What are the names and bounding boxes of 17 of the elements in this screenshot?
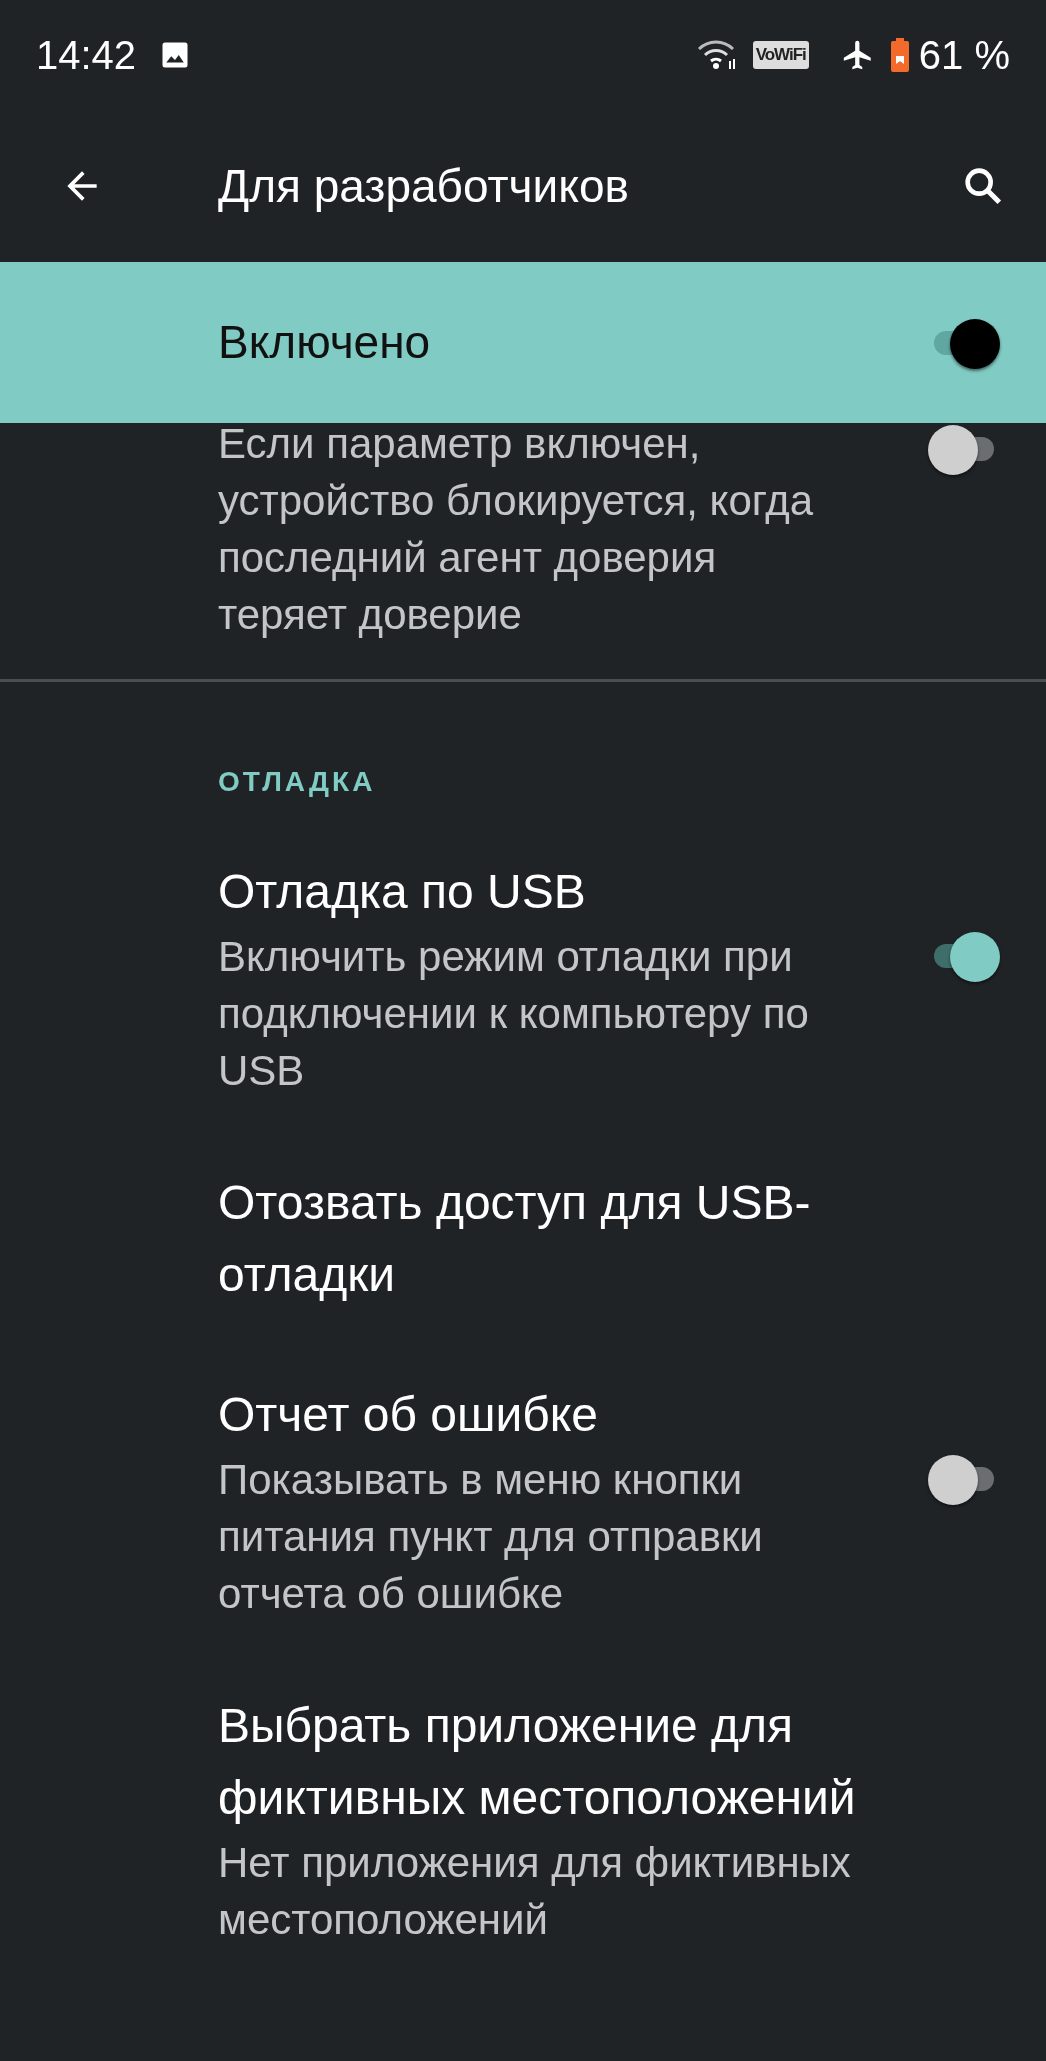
battery-icon bbox=[890, 38, 909, 72]
battery-percent: 61 % bbox=[918, 32, 1010, 79]
setting-title: Выбрать приложение для фиктивных местоположений bbox=[218, 1698, 857, 1826]
image-icon bbox=[160, 40, 191, 70]
clock-text: 14:42 bbox=[36, 32, 137, 79]
setting-summary: Показывать в меню кнопки питания пункт для отправки отчета об ошибке bbox=[218, 1455, 764, 1619]
master-switch-label: Включено bbox=[218, 315, 431, 370]
setting-title: Отладка по USB bbox=[218, 864, 587, 920]
network-badge: VoWiFi bbox=[752, 41, 809, 69]
setting-title: Отозвать доступ для USB-отладки bbox=[218, 1175, 812, 1303]
master-switch-bar[interactable]: Включено bbox=[0, 262, 1046, 423]
setting-summary: Включить режим отладки при подключении к компьютеру по USB bbox=[218, 932, 810, 1096]
section-header: ОТЛАДКА bbox=[218, 765, 377, 799]
screen-title: Для разработчиков bbox=[218, 158, 629, 214]
wifi-icon bbox=[696, 39, 737, 71]
setting-title: Отчет об ошибке bbox=[218, 1387, 599, 1443]
setting-summary: Нет приложения для фиктивных местоположений bbox=[218, 1838, 852, 1945]
